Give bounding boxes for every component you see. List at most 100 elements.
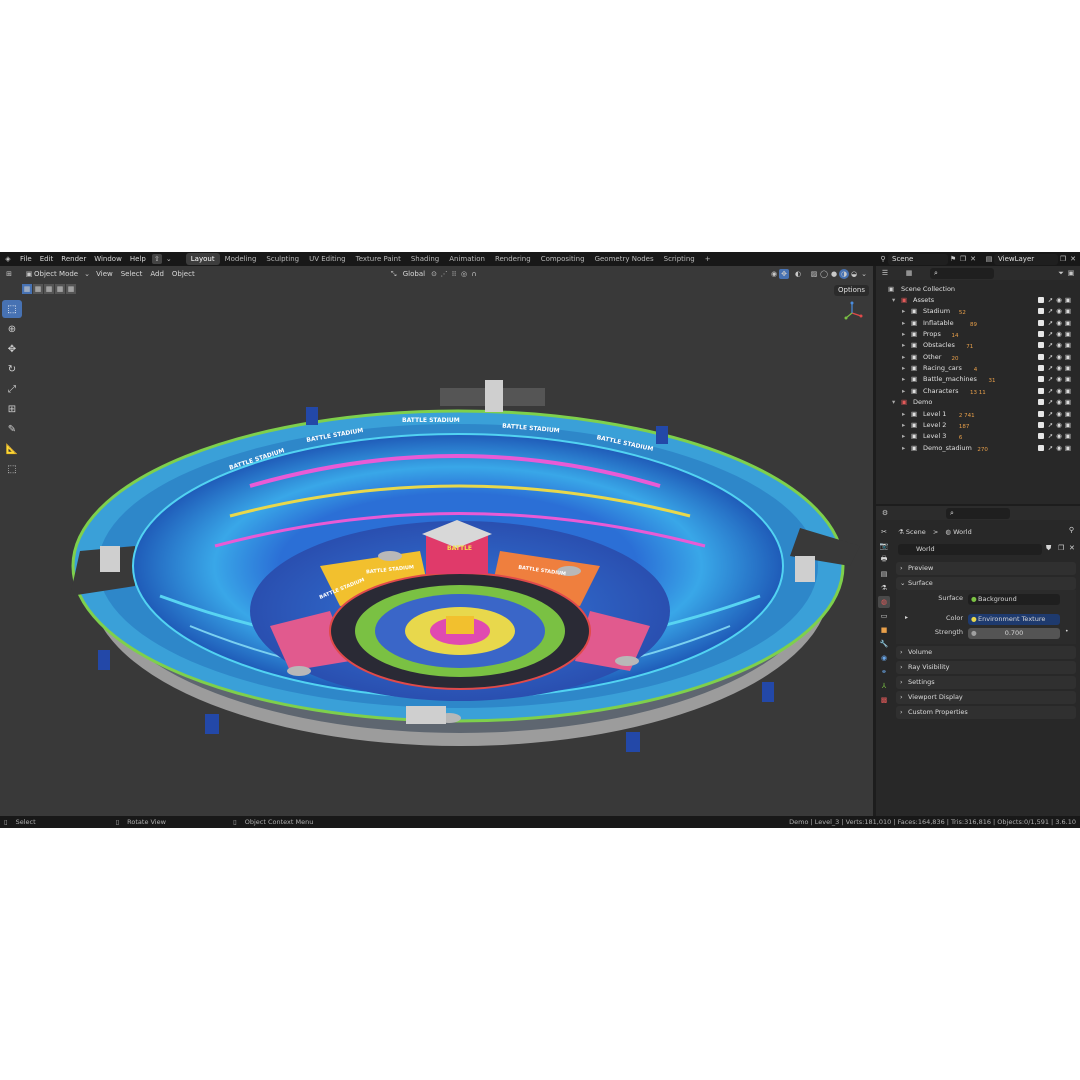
close-scene-icon[interactable]: ✕: [968, 254, 978, 264]
tab-scripting[interactable]: Scripting: [659, 253, 700, 265]
object-tab-icon[interactable]: ■: [878, 624, 890, 636]
display-mode-icon[interactable]: ▦: [904, 268, 914, 278]
eye-icon[interactable]: ◉: [1056, 353, 1065, 361]
exclude-checkbox[interactable]: [1037, 331, 1044, 338]
visibility-toggles[interactable]: ➚◉▣: [1037, 363, 1074, 374]
chevron-down-icon[interactable]: ▾: [892, 397, 895, 408]
scene-selector[interactable]: Scene: [888, 253, 948, 265]
tab-rendering[interactable]: Rendering: [490, 253, 536, 265]
tab-compositing[interactable]: Compositing: [536, 253, 590, 265]
exclude-checkbox[interactable]: [1037, 399, 1044, 406]
close-viewlayer-icon[interactable]: ✕: [1068, 254, 1078, 264]
fake-user-icon[interactable]: ⛊: [1046, 544, 1051, 553]
chevron-right-icon[interactable]: ▸: [902, 306, 905, 317]
tab-layout[interactable]: Layout: [185, 253, 220, 265]
data-tab-icon[interactable]: ⅄: [878, 680, 890, 692]
texture-tab-icon[interactable]: ▩: [878, 694, 890, 706]
panel-ray-visibility[interactable]: › Ray Visibility: [896, 661, 1076, 674]
tab-geometry-nodes[interactable]: Geometry Nodes: [590, 253, 659, 265]
outliner-collection[interactable]: ▾ ▣ Demo ➚◉▣: [876, 397, 1080, 408]
camera-icon[interactable]: ▣: [1065, 319, 1074, 327]
selectable-icon[interactable]: ➚: [1048, 421, 1056, 429]
outliner-item[interactable]: ▸ ▣ Level 3 6 ➚◉▣: [876, 431, 1080, 442]
view-layer-tab-icon[interactable]: ▤: [878, 568, 890, 580]
scene-icon[interactable]: ⚲: [878, 254, 888, 264]
exclude-checkbox[interactable]: [1037, 297, 1044, 303]
modifiers-tab-icon[interactable]: 🔧: [878, 638, 890, 650]
tab-modeling[interactable]: Modeling: [220, 253, 262, 265]
outliner-scene-collection[interactable]: ▣ Scene Collection: [876, 284, 1080, 295]
output-tab-icon[interactable]: 🖶: [878, 554, 890, 566]
panel-volume[interactable]: › Volume: [896, 646, 1076, 659]
panel-surface[interactable]: ⌄ Surface: [896, 577, 1076, 590]
outliner-item[interactable]: ▸ ▣ Props 14 ➚◉▣: [876, 329, 1080, 340]
viewlayer-icon[interactable]: ▤: [984, 254, 994, 264]
exclude-checkbox[interactable]: [1037, 319, 1044, 326]
camera-icon[interactable]: ▣: [1065, 353, 1074, 361]
physics-tab-icon[interactable]: ◉: [878, 652, 890, 664]
constraints-tab-icon[interactable]: ⚭: [878, 666, 890, 678]
visibility-toggles[interactable]: ➚◉▣: [1037, 443, 1074, 454]
chevron-right-icon[interactable]: ▸: [902, 409, 905, 420]
tab-animation[interactable]: Animation: [444, 253, 490, 265]
surface-shader-field[interactable]: ● Background: [968, 594, 1060, 605]
visibility-toggles[interactable]: ➚◉▣: [1037, 386, 1074, 397]
chevron-down-icon[interactable]: ▾: [892, 295, 895, 306]
breadcrumb-world[interactable]: World: [953, 528, 972, 536]
camera-icon[interactable]: ▣: [1065, 432, 1074, 440]
camera-icon[interactable]: ▣: [1065, 296, 1074, 304]
chevron-right-icon[interactable]: ▸: [902, 386, 905, 397]
visibility-toggles[interactable]: ➚◉▣: [1037, 431, 1074, 442]
outliner-item[interactable]: ▸ ▣ Battle_machines 31 ➚◉▣: [876, 374, 1080, 385]
exclude-checkbox[interactable]: [1037, 365, 1044, 372]
world-selector[interactable]: World: [898, 544, 1042, 555]
panel-settings[interactable]: › Settings: [896, 676, 1076, 689]
eye-icon[interactable]: ◉: [1056, 421, 1065, 429]
eye-icon[interactable]: ◉: [1056, 387, 1065, 395]
camera-icon[interactable]: ▣: [1065, 398, 1074, 406]
expand-color-icon[interactable]: ▸: [905, 614, 908, 621]
eye-icon[interactable]: ◉: [1056, 330, 1065, 338]
camera-icon[interactable]: ▣: [1065, 444, 1074, 452]
eye-icon[interactable]: ◉: [1056, 296, 1065, 304]
tab-shading[interactable]: Shading: [406, 253, 444, 265]
filter-icon[interactable]: ⏷: [1056, 268, 1066, 278]
tab-uv-editing[interactable]: UV Editing: [304, 253, 351, 265]
eye-icon[interactable]: ◉: [1056, 410, 1065, 418]
chevron-right-icon[interactable]: ▸: [902, 329, 905, 340]
selectable-icon[interactable]: ➚: [1048, 410, 1056, 418]
copy-scene-icon[interactable]: ❐: [958, 254, 968, 264]
outliner-item[interactable]: ▸ ▣ Stadium 52 ➚◉▣: [876, 306, 1080, 317]
panel-preview[interactable]: › Preview: [896, 562, 1076, 575]
chevron-right-icon[interactable]: ▸: [902, 420, 905, 431]
exclude-checkbox[interactable]: [1037, 387, 1044, 394]
scene-tab-icon[interactable]: ⚗: [878, 582, 890, 594]
pin-icon[interactable]: ⚑: [948, 254, 958, 264]
eye-icon[interactable]: ◉: [1056, 432, 1065, 440]
new-collection-icon[interactable]: ▣: [1066, 268, 1076, 278]
exclude-checkbox[interactable]: [1037, 433, 1044, 440]
copy-viewlayer-icon[interactable]: ❐: [1058, 254, 1068, 264]
chevron-right-icon[interactable]: ▸: [902, 374, 905, 385]
tab-sculpting[interactable]: Sculpting: [261, 253, 304, 265]
tool-tab-icon[interactable]: ✂: [878, 526, 890, 538]
menu-render[interactable]: Render: [57, 255, 90, 263]
selectable-icon[interactable]: ➚: [1048, 398, 1056, 406]
menu-edit[interactable]: Edit: [36, 255, 58, 263]
breadcrumb-scene[interactable]: Scene: [906, 528, 926, 536]
menu-help[interactable]: Help: [126, 255, 150, 263]
collection-tab-icon[interactable]: ▭: [878, 610, 890, 622]
outliner-item[interactable]: ▸ ▣ Other 20 ➚◉▣: [876, 352, 1080, 363]
unlink-icon[interactable]: ✕: [1069, 544, 1075, 552]
editor-type-icon[interactable]: ☰: [880, 268, 890, 278]
camera-icon[interactable]: ▣: [1065, 341, 1074, 349]
selectable-icon[interactable]: ➚: [1048, 387, 1056, 395]
outliner-item[interactable]: ▸ ▣ Demo_stadium 270 ➚◉▣: [876, 443, 1080, 454]
outliner-item[interactable]: ▸ ▣ Racing_cars 4 ➚◉▣: [876, 363, 1080, 374]
viewlayer-selector[interactable]: ViewLayer: [994, 253, 1058, 265]
eye-icon[interactable]: ◉: [1056, 319, 1065, 327]
duplicate-icon[interactable]: ❐: [1058, 544, 1064, 552]
eye-icon[interactable]: ◉: [1056, 341, 1065, 349]
camera-icon[interactable]: ▣: [1065, 364, 1074, 372]
selectable-icon[interactable]: ➚: [1048, 307, 1056, 315]
